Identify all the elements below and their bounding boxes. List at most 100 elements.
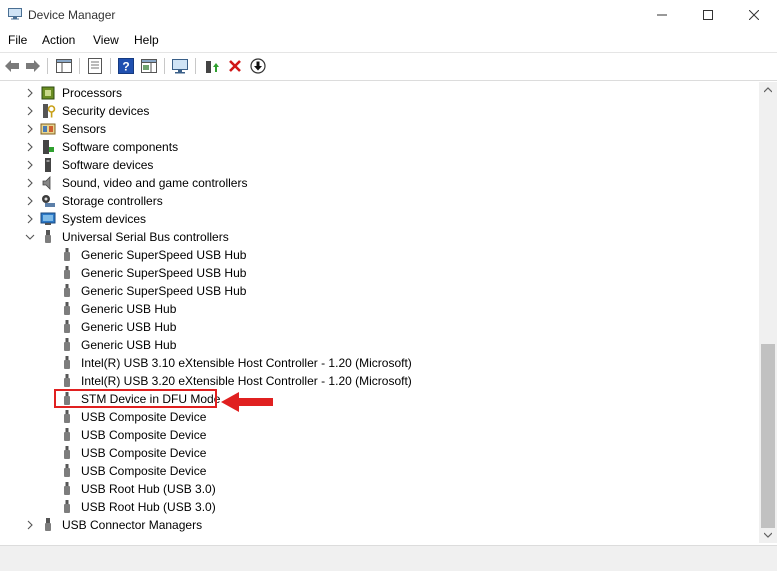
- forward-icon: [26, 60, 40, 72]
- tree-category-storage-controllers[interactable]: Storage controllers: [0, 192, 740, 210]
- storage-controller-icon: [42, 195, 55, 207]
- vertical-scrollbar[interactable]: [759, 82, 777, 543]
- usb-device-icon: [64, 266, 70, 279]
- menu-bar: File Action View Help: [0, 30, 777, 52]
- usb-device-icon: [64, 428, 70, 441]
- chevron-down-icon[interactable]: [25, 232, 35, 242]
- tree-device-label: USB Composite Device: [81, 410, 207, 424]
- tree-device-item[interactable]: Generic USB Hub: [0, 318, 740, 336]
- chevron-right-icon[interactable]: [25, 124, 35, 134]
- tree-device-item[interactable]: USB Root Hub (USB 3.0): [0, 498, 740, 516]
- tree-category-label: System devices: [62, 212, 147, 226]
- menu-help[interactable]: Help: [134, 33, 159, 47]
- properties-button[interactable]: [86, 57, 104, 75]
- tree-device-label: USB Root Hub (USB 3.0): [81, 500, 216, 514]
- tree-device-item[interactable]: Intel(R) USB 3.20 eXtensible Host Contro…: [0, 372, 740, 390]
- svg-text:?: ?: [122, 60, 129, 74]
- tree-device-label: Generic USB Hub: [81, 302, 177, 316]
- tree-device-item[interactable]: Generic SuperSpeed USB Hub: [0, 282, 740, 300]
- chevron-right-icon[interactable]: [25, 142, 35, 152]
- tree-device-label: USB Composite Device: [81, 464, 207, 478]
- scroll-down-button[interactable]: [759, 527, 777, 543]
- scan-hardware-icon: [172, 59, 188, 74]
- tree-category-system-devices[interactable]: System devices: [0, 210, 740, 228]
- toolbar-separator: [47, 58, 48, 74]
- tree-device-label: Intel(R) USB 3.10 eXtensible Host Contro…: [81, 356, 412, 370]
- scroll-up-button[interactable]: [759, 82, 777, 98]
- tree-device-item[interactable]: USB Composite Device: [0, 444, 740, 462]
- tree-category-label: Software devices: [62, 158, 154, 172]
- red-arrow-icon: [221, 392, 273, 412]
- tree-category-sound-video-game[interactable]: Sound, video and game controllers: [0, 174, 740, 192]
- system-device-icon: [40, 212, 56, 225]
- minimize-button[interactable]: [639, 0, 685, 30]
- tree-device-item[interactable]: USB Composite Device: [0, 462, 740, 480]
- tree-device-label: USB Root Hub (USB 3.0): [81, 482, 216, 496]
- tree-category-label: Security devices: [62, 104, 150, 118]
- tree-category-software-devices[interactable]: Software devices: [0, 156, 740, 174]
- maximize-icon: [703, 10, 713, 20]
- tree-category-label: Sound, video and game controllers: [62, 176, 248, 190]
- back-icon: [5, 60, 19, 72]
- action-pane-button[interactable]: [140, 57, 158, 75]
- usb-device-icon: [64, 284, 70, 297]
- chevron-right-icon[interactable]: [25, 106, 35, 116]
- usb-icon: [45, 518, 51, 531]
- menu-view[interactable]: View: [93, 33, 119, 47]
- security-device-icon: [43, 104, 56, 118]
- scrollbar-thumb[interactable]: [761, 344, 775, 528]
- device-manager-app-icon: [8, 8, 22, 20]
- tree-category-processors[interactable]: Processors: [0, 84, 740, 102]
- tree-category-usb-connector-managers[interactable]: USB Connector Managers: [0, 516, 740, 534]
- tree-device-item[interactable]: Generic SuperSpeed USB Hub: [0, 246, 740, 264]
- tree-category-software-components[interactable]: Software components: [0, 138, 740, 156]
- menu-action[interactable]: Action: [42, 33, 75, 47]
- tree-device-label: Generic SuperSpeed USB Hub: [81, 266, 247, 280]
- tree-device-label: Generic SuperSpeed USB Hub: [81, 248, 247, 262]
- tree-category-security-devices[interactable]: Security devices: [0, 102, 740, 120]
- chevron-right-icon[interactable]: [25, 178, 35, 188]
- properties-icon: [88, 58, 102, 74]
- chevron-right-icon[interactable]: [25, 88, 35, 98]
- toolbar-separator: [110, 58, 111, 74]
- tree-device-label: Generic USB Hub: [81, 320, 177, 334]
- tree-device-item[interactable]: Generic USB Hub: [0, 300, 740, 318]
- minimize-icon: [657, 14, 667, 16]
- uninstall-device-button[interactable]: [226, 57, 244, 75]
- chevron-right-icon[interactable]: [25, 214, 35, 224]
- tree-device-label: USB Composite Device: [81, 428, 207, 442]
- tree-device-item[interactable]: Generic SuperSpeed USB Hub: [0, 264, 740, 282]
- tree-device-label: USB Composite Device: [81, 446, 207, 460]
- help-button[interactable]: ?: [117, 57, 135, 75]
- tree-device-item[interactable]: USB Composite Device: [0, 426, 740, 444]
- highlight-box: [54, 389, 217, 408]
- tree-category-label: Sensors: [62, 122, 107, 136]
- tree-device-label: Generic SuperSpeed USB Hub: [81, 284, 247, 298]
- disable-device-button[interactable]: [249, 57, 267, 75]
- chevron-right-icon[interactable]: [25, 196, 35, 206]
- tree-device-item[interactable]: Generic USB Hub: [0, 336, 740, 354]
- toolbar-separator: [195, 58, 196, 74]
- update-driver-button[interactable]: [203, 57, 221, 75]
- tree-category-usb-controllers[interactable]: Universal Serial Bus controllers: [0, 228, 740, 246]
- tree-category-sensors[interactable]: Sensors: [0, 120, 740, 138]
- tree-device-item[interactable]: USB Root Hub (USB 3.0): [0, 480, 740, 498]
- status-bar: [0, 545, 777, 571]
- usb-device-icon: [64, 374, 70, 387]
- chevron-up-icon: [764, 87, 772, 93]
- maximize-button[interactable]: [685, 0, 731, 30]
- scan-hardware-button[interactable]: [171, 57, 189, 75]
- sensor-icon: [40, 123, 56, 135]
- chevron-right-icon[interactable]: [25, 520, 35, 530]
- speaker-icon: [42, 176, 51, 190]
- back-button[interactable]: [3, 57, 21, 75]
- tree-device-item[interactable]: USB Composite Device: [0, 408, 740, 426]
- menu-file[interactable]: File: [8, 33, 27, 47]
- close-button[interactable]: [731, 0, 777, 30]
- update-driver-icon: [206, 61, 219, 73]
- show-hide-console-tree-button[interactable]: [55, 57, 73, 75]
- toolbar: ?: [0, 52, 777, 81]
- chevron-right-icon[interactable]: [25, 160, 35, 170]
- tree-device-item[interactable]: Intel(R) USB 3.10 eXtensible Host Contro…: [0, 354, 740, 372]
- forward-button[interactable]: [24, 57, 42, 75]
